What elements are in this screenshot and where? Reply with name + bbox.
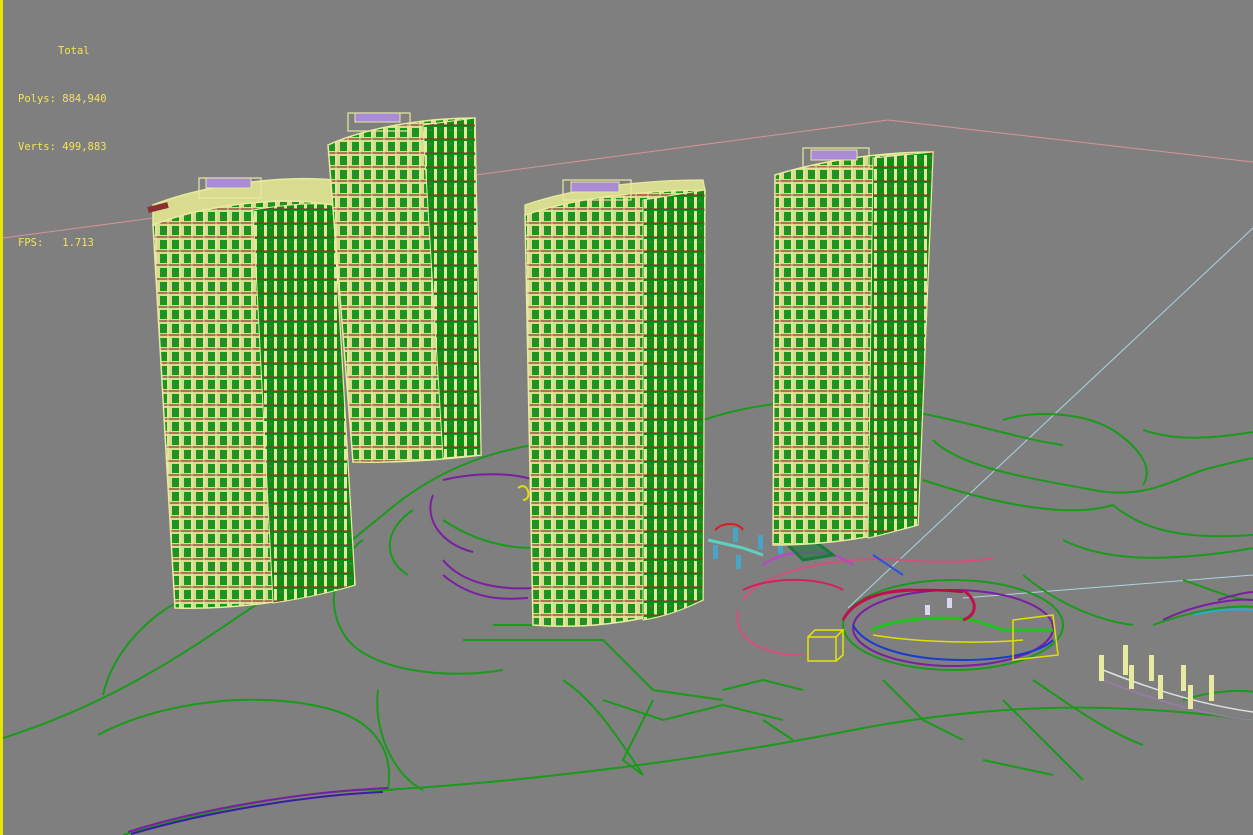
- wireframe-scene[interactable]: [3, 0, 1253, 835]
- stats-polys-value: 884,940: [62, 93, 107, 105]
- stats-verts-value: 499,883: [62, 141, 107, 153]
- stats-polys-label: Polys:: [18, 93, 56, 105]
- building-tower-3[interactable]: [524, 179, 706, 627]
- building-tower-1[interactable]: [147, 177, 356, 609]
- stats-fps-label: FPS:: [18, 237, 44, 249]
- central-plaza: [707, 523, 1253, 721]
- stats-verts-label: Verts:: [18, 141, 56, 153]
- stats-verts-row: Verts: 499,883: [18, 139, 107, 155]
- viewport-statistics: Total Polys: 884,940 Verts: 499,883 FPS:…: [18, 11, 107, 283]
- stats-fps-value: 1.713: [62, 237, 94, 249]
- building-tower-4[interactable]: [772, 147, 934, 546]
- stats-title: Total: [58, 45, 90, 57]
- building-tower-2[interactable]: [327, 112, 482, 463]
- perspective-viewport[interactable]: Total Polys: 884,940 Verts: 499,883 FPS:…: [0, 0, 1253, 835]
- stats-fps-row: FPS: 1.713: [18, 235, 107, 251]
- stats-polys-row: Polys: 884,940: [18, 91, 107, 107]
